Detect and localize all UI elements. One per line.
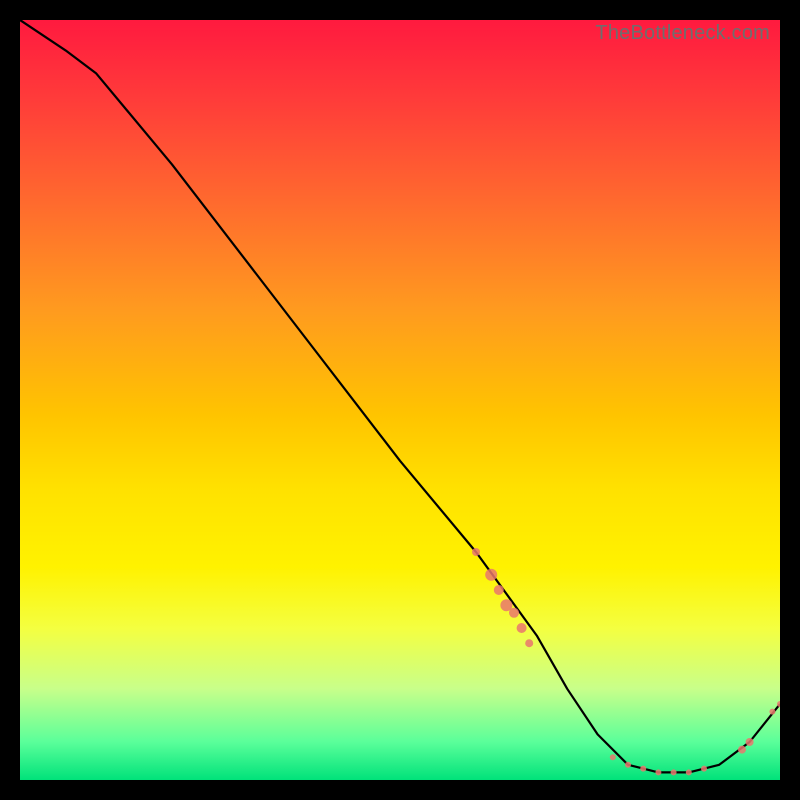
- plot-area: TheBottleneck.com: [20, 20, 780, 780]
- marker-point: [525, 639, 533, 647]
- marker-point: [746, 738, 754, 746]
- marker-point: [686, 769, 692, 775]
- marker-point: [485, 569, 497, 581]
- marker-point: [701, 766, 707, 772]
- marker-point: [738, 746, 746, 754]
- marker-point: [472, 548, 480, 556]
- marker-point: [610, 754, 616, 760]
- marker-point: [655, 769, 661, 775]
- marker-point: [494, 585, 504, 595]
- chart-frame: TheBottleneck.com: [0, 0, 800, 800]
- marker-point: [769, 709, 775, 715]
- marker-point: [517, 623, 527, 633]
- marker-point: [671, 769, 677, 775]
- marker-point: [640, 766, 646, 772]
- chart-overlay: [20, 20, 780, 780]
- marker-point: [625, 762, 631, 768]
- bottleneck-curve-line: [20, 20, 780, 772]
- sample-points-markers: [472, 548, 780, 775]
- marker-point: [509, 608, 519, 618]
